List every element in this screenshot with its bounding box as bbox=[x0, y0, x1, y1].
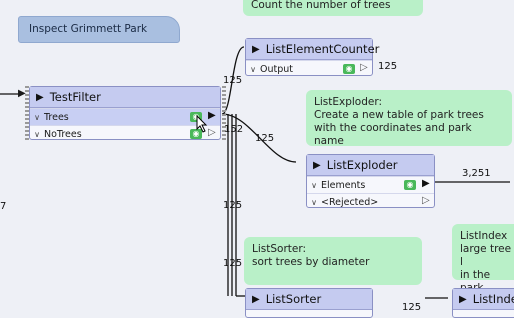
feature-count-vertical-b: 125 bbox=[223, 258, 243, 269]
annotation-count-trees[interactable]: Count the number of trees bbox=[243, 0, 423, 16]
annotation-line: ListIndex bbox=[460, 230, 508, 242]
transformer-testfilter[interactable]: ▶ TestFilter ∨ Trees ◉ ▶ ∨ NoTrees ◉ ▷ bbox=[29, 86, 221, 140]
annotation-list-indexer[interactable]: ListIndex large tree l in the park bbox=[452, 224, 514, 294]
annotation-list-exploder[interactable]: ListExploder: Create a new table of park… bbox=[306, 90, 512, 147]
output-port-icon[interactable]: ▷ bbox=[208, 127, 216, 138]
feature-count-vertical-a: 125 bbox=[223, 200, 243, 211]
chevron-down-icon[interactable]: ∨ bbox=[30, 113, 44, 122]
feature-count-left: 7 bbox=[0, 201, 7, 212]
port-elements[interactable]: ∨ Elements ◉ ▶ bbox=[307, 176, 434, 193]
port-label: Elements bbox=[321, 179, 366, 191]
output-port-icon[interactable]: ▶ bbox=[208, 110, 216, 121]
port-trees[interactable]: ∨ Trees ◉ ▶ bbox=[30, 108, 220, 125]
chevron-down-icon[interactable]: ∨ bbox=[307, 181, 321, 190]
feature-count-indexer-in: 125 bbox=[402, 302, 422, 313]
annotation-line: large tree l bbox=[460, 243, 512, 268]
port-label: NoTrees bbox=[44, 128, 82, 140]
annotation-text: Count the number of trees bbox=[251, 0, 391, 11]
port-notrees[interactable]: ∨ NoTrees ◉ ▷ bbox=[30, 125, 220, 142]
annotation-line: sort trees by diameter bbox=[252, 256, 370, 268]
annotation-line: ListSorter: bbox=[252, 243, 307, 255]
port-label: Trees bbox=[44, 111, 69, 123]
port-label: Output bbox=[260, 63, 293, 75]
transformer-name: ListIndex bbox=[472, 292, 514, 306]
chevron-down-icon[interactable]: ∨ bbox=[307, 198, 321, 207]
transformer-name: ListExploder bbox=[326, 158, 398, 172]
connection-arrowhead-icon: ▶ bbox=[18, 88, 26, 99]
input-port-icon[interactable]: ▶ bbox=[459, 294, 467, 305]
annotation-line: ListExploder: bbox=[314, 96, 383, 108]
transformer-name: ListSorter bbox=[265, 292, 322, 306]
bookmark-label: Inspect Grimmett Park bbox=[29, 23, 148, 35]
transformer-listindexer[interactable]: ▶ ListIndex bbox=[452, 288, 514, 318]
annotation-line: Create a new table of park trees bbox=[314, 109, 484, 121]
transformer-name: ListElementCounter bbox=[265, 42, 380, 56]
feature-count-notrees: 152 bbox=[224, 124, 244, 135]
input-port-icon[interactable]: ▶ bbox=[36, 92, 44, 103]
annotation-list-sorter[interactable]: ListSorter: sort trees by diameter bbox=[244, 237, 422, 285]
transformer-listelementcounter[interactable]: ▶ ListElementCounter ∨ Output ◉ ▷ bbox=[245, 38, 379, 77]
mouse-cursor-icon bbox=[196, 115, 208, 133]
port-label: <Rejected> bbox=[321, 196, 379, 208]
annotation-line: with the coordinates and park name bbox=[314, 122, 472, 147]
port-rejected[interactable]: ∨ <Rejected> ▷ bbox=[307, 193, 434, 210]
inspect-eye-icon[interactable]: ◉ bbox=[343, 64, 355, 74]
input-port-icon[interactable]: ▶ bbox=[313, 160, 321, 171]
input-port-icon[interactable]: ▶ bbox=[252, 294, 260, 305]
transformer-listsorter[interactable]: ▶ ListSorter bbox=[245, 288, 373, 318]
inspect-eye-icon[interactable]: ◉ bbox=[404, 180, 416, 190]
chevron-down-icon[interactable]: ∨ bbox=[30, 130, 44, 139]
input-port-icon[interactable]: ▶ bbox=[252, 44, 260, 55]
feature-count-exploder-out: 3,251 bbox=[462, 168, 491, 179]
bookmark-inspect-grimmett-park[interactable]: Inspect Grimmett Park bbox=[18, 16, 180, 43]
transformer-name: TestFilter bbox=[49, 90, 101, 104]
feature-count-counter-out: 125 bbox=[378, 61, 398, 72]
transformer-listexploder[interactable]: ▶ ListExploder ∨ Elements ◉ ▶ ∨ <Rejecte… bbox=[306, 154, 435, 208]
output-port-icon[interactable]: ▷ bbox=[422, 195, 430, 206]
output-port-icon[interactable]: ▶ bbox=[422, 178, 430, 189]
feature-count-counter-in: 125 bbox=[223, 75, 243, 86]
feature-count-exploder-in: 125 bbox=[255, 133, 275, 144]
chevron-down-icon[interactable]: ∨ bbox=[246, 65, 260, 74]
port-output[interactable]: ∨ Output ◉ ▷ bbox=[246, 60, 372, 77]
output-port-icon[interactable]: ▷ bbox=[360, 62, 368, 73]
